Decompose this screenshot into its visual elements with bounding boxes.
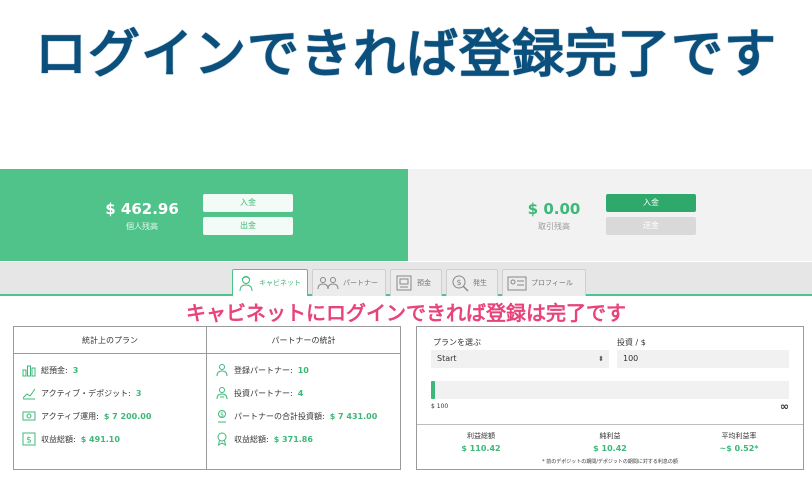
footnote: * 前のデポジットの期間/デポジットの期間に対する利息の額 (542, 459, 678, 465)
stat-label: 収益総額: (234, 434, 269, 444)
personal-balance-amount: $ 462.96 (105, 200, 179, 218)
stat-value: 3 (72, 365, 79, 375)
tab-profile[interactable]: プロフィール (502, 269, 586, 296)
invest-slider[interactable] (431, 381, 789, 399)
stat-value: $ 7 200.00 (103, 411, 152, 421)
stat-label: 登録パートナー: (234, 365, 293, 375)
invest-amount-input[interactable]: 100 (617, 350, 789, 368)
stat-row: 収益総額: $ 371.86 (215, 432, 313, 446)
stat-value: 4 (297, 388, 304, 398)
select-arrows-icon: ⬍ (598, 355, 604, 363)
tab-label: パートナー (343, 279, 378, 287)
user-worker-icon (239, 276, 253, 292)
money-icon (22, 411, 36, 421)
result-value: ~$ 0.52* (719, 444, 759, 453)
trading-balance-label: 取引残高 (538, 222, 570, 231)
bar-chart-icon (22, 365, 36, 377)
partners-icon (216, 364, 228, 377)
svg-text:$: $ (220, 412, 224, 419)
result-label: 利益総額 (467, 432, 495, 440)
stat-value: $ 7 431.00 (329, 411, 378, 421)
partners-icon (317, 277, 339, 290)
average-rate-result: 平均利益率 ~$ 0.52* (675, 431, 803, 453)
trading-balance-amount: $ 0.00 (527, 200, 581, 218)
personal-balance-label: 個人残高 (126, 222, 158, 231)
plan-stats-column: 統計上のプラン 総預金: 3 アクティブ・デポジット: 3 アクティブ運用: $… (14, 327, 207, 469)
plan-select-label: プランを選ぶ (433, 338, 481, 347)
statistics-panel: 統計上のプラン 総預金: 3 アクティブ・デポジット: 3 アクティブ運用: $… (13, 326, 401, 470)
trading-transfer-button[interactable]: 送金 (606, 217, 696, 235)
partner-stats-title: パートナーの統計 (207, 327, 400, 354)
tab-accruals[interactable]: $ 発生 (446, 269, 498, 296)
stat-row: $ 収益総額: $ 491.10 (22, 432, 120, 446)
stat-label: 投資パートナー: (234, 388, 293, 398)
stat-row: 総預金: 3 (22, 363, 78, 377)
dollar-search-icon: $ (452, 275, 469, 292)
tab-cabinet[interactable]: キャビネット (232, 269, 308, 296)
tab-label: 預金 (417, 279, 431, 287)
result-value: $ 110.42 (461, 444, 501, 453)
headline: ログインできれば登録完了です (34, 25, 777, 85)
overlay-caption: キャビネットにログインできれば登録は完了です (186, 301, 626, 325)
tab-label: 発生 (473, 279, 487, 287)
infinity-icon: ∞ (779, 400, 789, 413)
invest-amount-label: 投資 / $ (617, 338, 646, 347)
slider-handle[interactable] (431, 381, 435, 399)
result-value: $ 10.42 (593, 444, 627, 453)
tab-partners[interactable]: パートナー (312, 269, 386, 296)
slider-min-label: $ 100 (431, 403, 449, 410)
tab-label: キャビネット (259, 279, 301, 287)
stat-label: アクティブ・デポジット: (41, 388, 131, 398)
stat-row: 登録パートナー: 10 (215, 363, 309, 377)
stat-label: 収益総額: (41, 434, 76, 444)
tab-label: プロフィール (531, 279, 573, 287)
trading-deposit-button[interactable]: 入金 (606, 194, 696, 212)
award-icon (217, 432, 227, 446)
stat-value: $ 491.10 (80, 434, 120, 444)
net-profit-result: 純利益 $ 10.42 (546, 431, 674, 453)
trading-balance-panel: $ 0.00 取引残高 入金 送金 (408, 169, 812, 261)
profit-calculator-panel: プランを選ぶ 投資 / $ Start ⬍ 100 $ 100 ∞ 利益総額 $… (416, 326, 804, 470)
stat-label: アクティブ運用: (41, 411, 99, 421)
personal-deposit-button[interactable]: 入金 (203, 194, 293, 212)
investor-icon (216, 387, 228, 400)
dollar-box-icon: $ (22, 432, 36, 446)
svg-text:$: $ (456, 278, 461, 287)
personal-withdraw-button[interactable]: 出金 (203, 217, 293, 235)
partner-invest-icon: $ (218, 410, 226, 423)
trend-chart-icon (22, 388, 36, 400)
plan-stats-title: 統計上のプラン (14, 327, 206, 354)
result-label: 純利益 (599, 432, 621, 440)
deposit-icon (396, 275, 412, 291)
tab-deposits[interactable]: 預金 (390, 269, 442, 296)
total-profit-result: 利益総額 $ 110.42 (417, 431, 545, 453)
stat-row: $ パートナーの合計投資額: $ 7 431.00 (215, 409, 377, 423)
svg-text:$: $ (26, 436, 32, 446)
stat-value: 3 (135, 388, 142, 398)
profile-card-icon (507, 276, 527, 291)
stat-value: $ 371.86 (273, 434, 313, 444)
stat-row: 投資パートナー: 4 (215, 386, 303, 400)
plan-select-value: Start (437, 354, 457, 363)
tab-bar: キャビネット パートナー 預金 $ 発生 プロフィール (0, 262, 812, 296)
plan-select[interactable]: Start ⬍ (431, 350, 609, 368)
stat-row: アクティブ・デポジット: 3 (22, 386, 141, 400)
result-label: 平均利益率 (721, 432, 757, 440)
partner-stats-column: パートナーの統計 登録パートナー: 10 投資パートナー: 4 $ パートナーの… (207, 327, 400, 469)
stat-value: 10 (297, 365, 309, 375)
personal-balance-panel: $ 462.96 個人残高 入金 出金 (0, 169, 408, 261)
stat-label: 総預金: (41, 365, 68, 375)
stat-label: パートナーの合計投資額: (234, 411, 325, 421)
balance-strip: $ 462.96 個人残高 入金 出金 $ 0.00 取引残高 入金 送金 (0, 169, 812, 261)
stat-row: アクティブ運用: $ 7 200.00 (22, 409, 151, 423)
divider (417, 424, 803, 425)
